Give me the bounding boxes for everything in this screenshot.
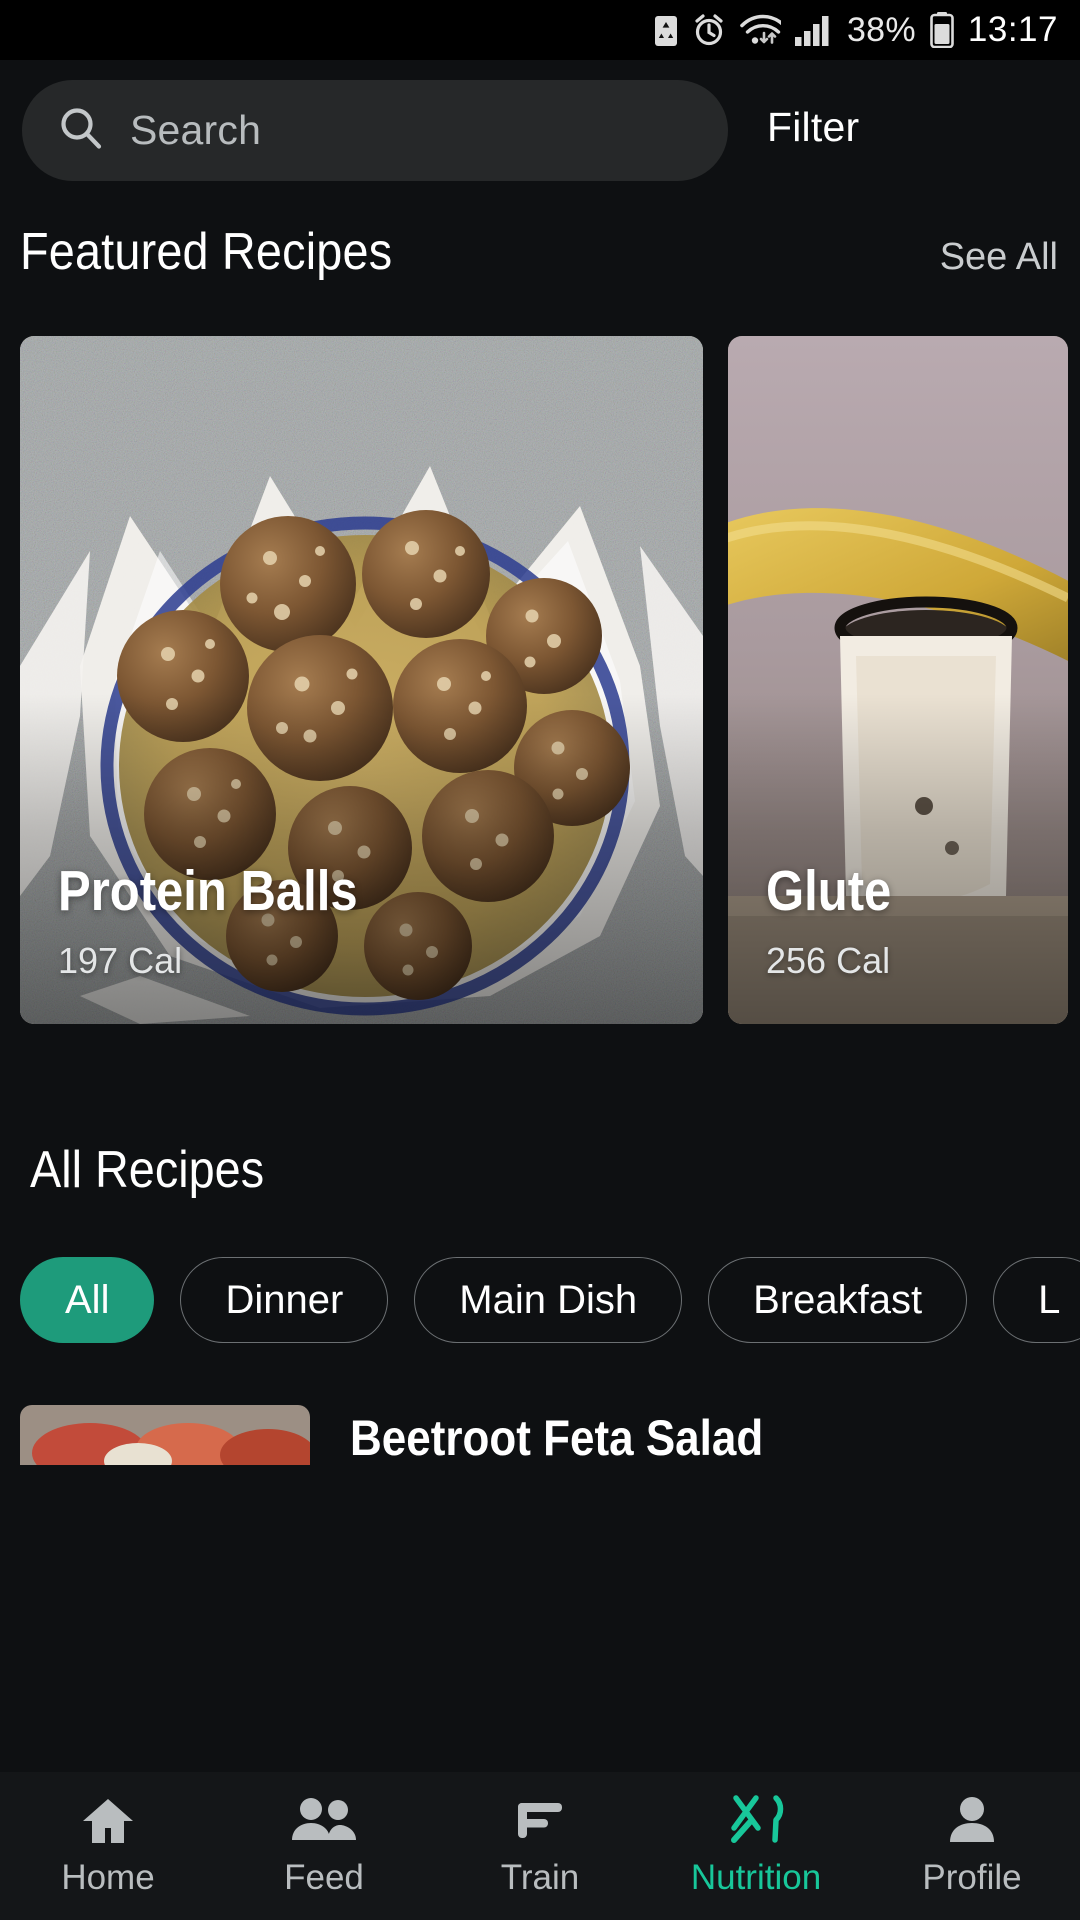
nav-label-train: Train [500, 1858, 580, 1897]
recipe-row-thumbnail [20, 1405, 310, 1465]
battery-icon [929, 12, 955, 48]
recipe-card-protein-balls[interactable]: Protein Balls 197 Cal [20, 336, 703, 1024]
people-icon [290, 1794, 358, 1846]
category-chip-all[interactable]: All [20, 1257, 155, 1343]
chip-label: L [1038, 1277, 1061, 1322]
recipe-card-caption: Protein Balls 197 Cal [58, 863, 406, 982]
chip-label: Dinner [225, 1277, 344, 1322]
search-input[interactable]: Search [22, 80, 728, 181]
featured-title: Featured Recipes [20, 223, 393, 281]
nav-item-train[interactable]: Train [432, 1794, 648, 1898]
category-chip-dinner[interactable]: Dinner [180, 1257, 389, 1343]
nav-label-profile: Profile [922, 1858, 1022, 1897]
chip-label: Main Dish [459, 1277, 638, 1322]
dumbbell-icon [510, 1794, 570, 1846]
signal-icon [794, 13, 834, 47]
recipe-card-gluten-free[interactable]: Glute 256 Cal [728, 336, 1068, 1024]
featured-carousel[interactable]: Protein Balls 197 Cal Glute 256 Cal [0, 336, 1080, 1024]
recipe-title: Protein Balls [58, 859, 358, 923]
recipe-calories: 197 Cal [58, 940, 183, 981]
app-screen: 38% 13:17 Search Filter Featured Recipes… [0, 0, 1080, 1920]
search-icon [58, 105, 104, 156]
home-icon [80, 1794, 136, 1846]
alarm-icon [692, 13, 726, 47]
battery-percent-label: 38% [846, 10, 916, 49]
nav-item-profile[interactable]: Profile [864, 1794, 1080, 1898]
chip-label: All [65, 1277, 110, 1322]
wifi-icon [739, 13, 781, 47]
search-placeholder: Search [130, 107, 262, 153]
nav-label-home: Home [61, 1858, 155, 1897]
cutlery-icon [726, 1794, 786, 1846]
bottom-navigation: Home Feed Train Nutrition Profile [0, 1772, 1080, 1920]
battery-saver-icon [653, 13, 679, 47]
recipe-list-row-peek[interactable]: Beetroot Feta Salad [20, 1405, 1060, 1465]
all-recipes-title: All Recipes [30, 1141, 265, 1199]
search-row: Search Filter [0, 80, 1080, 190]
category-chip-list[interactable]: All Dinner Main Dish Breakfast L [0, 1256, 1080, 1344]
filter-button[interactable]: Filter [767, 104, 859, 151]
person-icon [945, 1794, 999, 1846]
see-all-button[interactable]: See All [940, 236, 1058, 279]
recipe-row-title: Beetroot Feta Salad [350, 1410, 764, 1465]
nav-label-nutrition: Nutrition [690, 1858, 822, 1897]
status-bar: 38% 13:17 [0, 0, 1080, 60]
recipe-title: Glute [766, 859, 892, 923]
nav-label-feed: Feed [284, 1858, 364, 1897]
category-chip-breakfast[interactable]: Breakfast [708, 1257, 968, 1343]
recipe-card-caption: Glute 256 Cal [766, 863, 912, 982]
nav-item-nutrition[interactable]: Nutrition [648, 1794, 864, 1898]
category-chip-partial[interactable]: L [993, 1257, 1080, 1343]
featured-header: Featured Recipes See All [0, 222, 1080, 282]
chip-label: Breakfast [753, 1277, 923, 1322]
nav-item-feed[interactable]: Feed [216, 1794, 432, 1898]
recipe-calories: 256 Cal [766, 940, 891, 981]
nav-item-home[interactable]: Home [0, 1794, 216, 1898]
clock-label: 13:17 [967, 10, 1058, 49]
category-chip-main-dish[interactable]: Main Dish [414, 1257, 683, 1343]
